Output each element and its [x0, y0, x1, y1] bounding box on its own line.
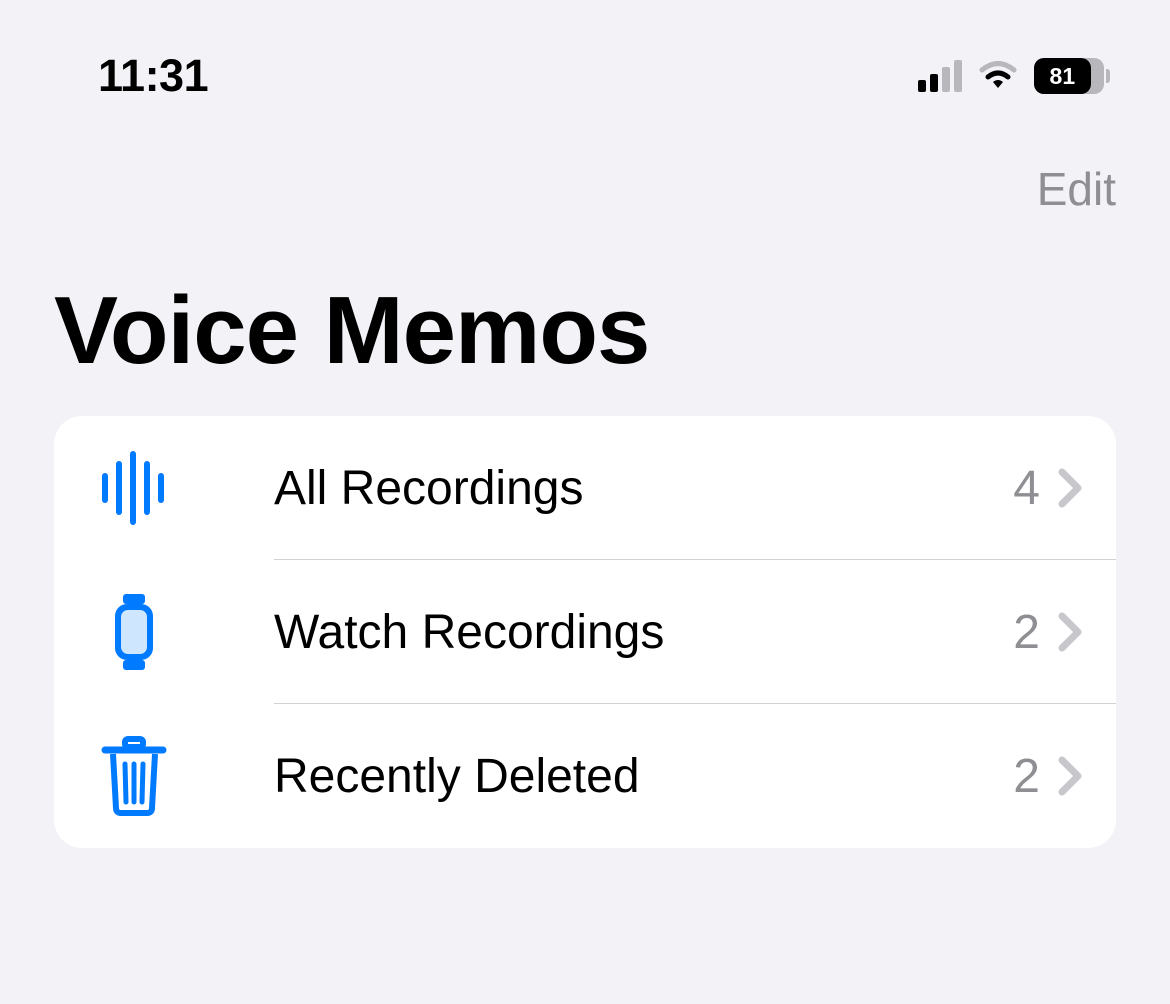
list-item-label: Recently Deleted — [274, 749, 1013, 804]
chevron-right-icon — [1054, 754, 1086, 798]
list-item-count: 4 — [1013, 461, 1040, 516]
watch-icon — [94, 592, 174, 672]
status-time: 11:31 — [98, 50, 208, 102]
list-item-all-recordings[interactable]: All Recordings 4 — [54, 416, 1116, 560]
list-item-label: Watch Recordings — [274, 605, 1013, 660]
battery-percent: 81 — [1050, 63, 1076, 90]
trash-icon — [94, 736, 174, 816]
status-bar: 11:31 81 — [0, 0, 1170, 122]
edit-button[interactable]: Edit — [1037, 162, 1116, 216]
wifi-icon — [976, 60, 1020, 92]
waveform-icon — [94, 448, 174, 528]
chevron-right-icon — [1054, 466, 1086, 510]
list-item-watch-recordings[interactable]: Watch Recordings 2 — [54, 560, 1116, 704]
page-title: Voice Memos — [0, 216, 1170, 416]
list-item-recently-deleted[interactable]: Recently Deleted 2 — [54, 704, 1116, 848]
chevron-right-icon — [1054, 610, 1086, 654]
cellular-icon — [918, 60, 962, 92]
battery-icon: 81 — [1034, 58, 1110, 94]
nav-bar: Edit — [0, 122, 1170, 216]
list-item-count: 2 — [1013, 605, 1040, 660]
list-item-label: All Recordings — [274, 461, 1013, 516]
list-item-count: 2 — [1013, 749, 1040, 804]
folder-list: All Recordings 4 Watch Recordings 2 — [54, 416, 1116, 848]
status-indicators: 81 — [918, 58, 1110, 94]
